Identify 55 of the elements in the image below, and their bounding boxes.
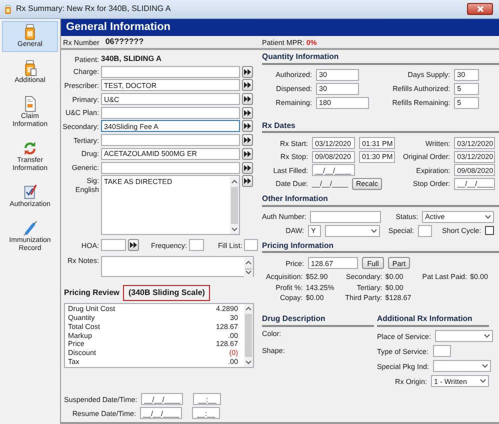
- pill-bottle-icon: [23, 24, 37, 40]
- double-arrow-icon: [244, 110, 251, 116]
- checklist-icon: [23, 184, 37, 200]
- lookup-button[interactable]: [242, 93, 253, 106]
- scrollbar[interactable]: [230, 177, 239, 234]
- scale-label: (340B Sliding Scale): [123, 285, 210, 302]
- syringe-icon: [23, 220, 37, 236]
- double-arrow-icon: [244, 150, 251, 157]
- text-field[interactable]: [188, 239, 204, 252]
- lookup-button[interactable]: [242, 148, 253, 160]
- double-arrow-icon: [244, 82, 251, 88]
- dropdown[interactable]: [432, 360, 491, 372]
- dropdown[interactable]: [434, 330, 493, 342]
- dropdown[interactable]: [325, 224, 380, 237]
- lookup-button[interactable]: [242, 162, 253, 174]
- double-arrow-icon: [244, 164, 251, 170]
- text-field[interactable]: [101, 106, 240, 119]
- caret-icon: [485, 214, 492, 219]
- close-button[interactable]: [467, 3, 493, 15]
- window-title: Rx Summary: New Rx for 340B, SLIDING A: [16, 4, 171, 14]
- text-field[interactable]: [244, 239, 258, 252]
- text-field[interactable]: [310, 210, 382, 223]
- caret-icon: [484, 334, 490, 338]
- lookup-button[interactable]: [242, 120, 253, 132]
- close-icon: [476, 6, 484, 12]
- lookup-button[interactable]: [128, 239, 139, 252]
- lookup-button[interactable]: [242, 134, 253, 146]
- double-arrow-icon: [244, 178, 251, 184]
- lookup-button[interactable]: [242, 106, 253, 119]
- text-field[interactable]: [101, 66, 240, 78]
- scrollbar[interactable]: [244, 304, 253, 368]
- caret-icon: [371, 228, 377, 233]
- text-field[interactable]: [101, 239, 126, 252]
- lookup-button[interactable]: [242, 66, 253, 78]
- caret-icon: [482, 364, 488, 368]
- double-arrow-icon: [244, 68, 251, 75]
- panel-title: General Information: [66, 20, 171, 34]
- lookup-button[interactable]: [242, 175, 253, 188]
- text-field[interactable]: [101, 162, 240, 174]
- text-field[interactable]: [101, 134, 240, 146]
- circular-arrows-icon: [23, 140, 37, 156]
- double-arrow-icon: [130, 242, 137, 248]
- scrollbar[interactable]: [244, 258, 253, 278]
- double-arrow-icon: [244, 123, 251, 130]
- text-field[interactable]: [418, 224, 432, 237]
- caret-icon: [480, 379, 486, 384]
- pill-bottle-icon: [4, 4, 12, 14]
- double-arrow-icon: [244, 137, 251, 144]
- text-field[interactable]: [432, 345, 451, 358]
- checkbox[interactable]: [485, 226, 494, 236]
- document-icon: [23, 96, 37, 112]
- lookup-button[interactable]: [242, 79, 253, 92]
- double-arrow-icon: [244, 96, 251, 102]
- rx-number: 06??????: [105, 37, 144, 47]
- pill-bottle-icon: [23, 60, 37, 76]
